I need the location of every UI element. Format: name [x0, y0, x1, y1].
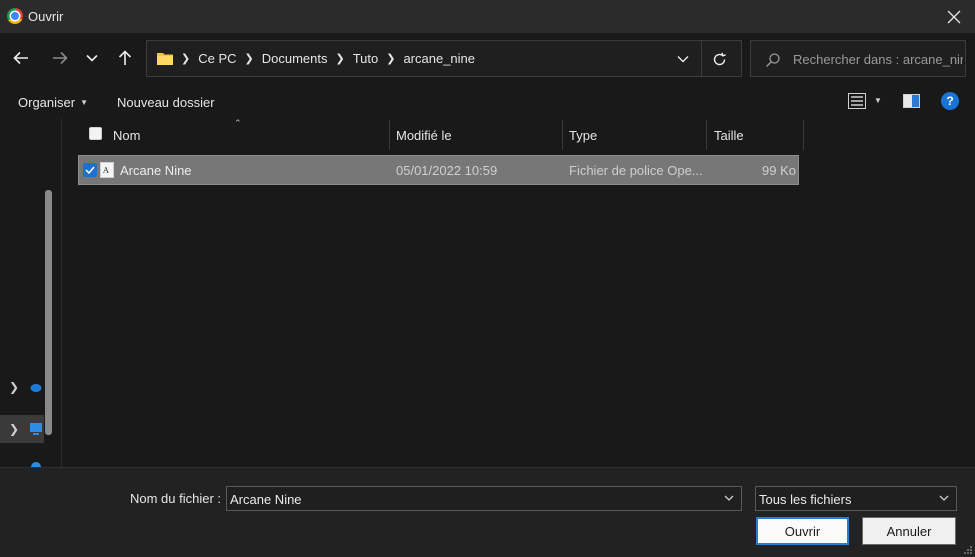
- refresh-button[interactable]: [709, 49, 729, 69]
- search-input[interactable]: [793, 50, 963, 68]
- chevron-down-icon: [86, 54, 98, 62]
- row-checkbox[interactable]: [83, 163, 97, 177]
- new-folder-label: Nouveau dossier: [117, 95, 215, 110]
- chevron-down-icon[interactable]: [723, 492, 735, 504]
- folder-icon: [157, 53, 173, 65]
- column-divider[interactable]: [803, 120, 804, 150]
- search-icon: [766, 53, 780, 67]
- organize-menu[interactable]: Organiser ▼: [18, 95, 88, 110]
- breadcrumb-separator[interactable]: ❯: [245, 52, 254, 65]
- breadcrumb: ❯ Ce PC ❯ Documents ❯ Tuto ❯ arcane_nine: [181, 51, 475, 66]
- organize-label: Organiser: [18, 95, 76, 110]
- forward-button[interactable]: [48, 46, 72, 70]
- expand-chevron-icon[interactable]: ❯: [9, 422, 19, 436]
- address-divider: [701, 41, 702, 76]
- nav-tree-item-selected[interactable]: ❯: [0, 415, 44, 443]
- select-all-checkbox[interactable]: [89, 127, 102, 140]
- up-arrow-icon: [118, 50, 132, 65]
- filename-value[interactable]: Arcane Nine: [230, 492, 302, 507]
- file-row[interactable]: Arcane Nine 05/01/2022 10:59 Fichier de …: [78, 155, 799, 185]
- address-history-dropdown[interactable]: [674, 50, 692, 68]
- resize-grip-icon[interactable]: [963, 545, 973, 555]
- breadcrumb-separator[interactable]: ❯: [386, 52, 395, 65]
- navigation-bar: ❯ Ce PC ❯ Documents ❯ Tuto ❯ arcane_nine: [0, 33, 975, 84]
- file-modified: 05/01/2022 10:59: [396, 163, 498, 178]
- back-arrow-icon: [13, 51, 28, 65]
- cancel-button[interactable]: Annuler: [862, 517, 956, 545]
- file-name: Arcane Nine: [120, 163, 192, 178]
- breadcrumb-item-arcane-nine[interactable]: arcane_nine: [403, 51, 475, 66]
- view-details-icon[interactable]: [848, 93, 866, 109]
- filter-value: Tous les fichiers: [759, 492, 852, 507]
- expand-chevron-icon[interactable]: ❯: [9, 380, 19, 394]
- help-icon[interactable]: ?: [941, 92, 959, 110]
- column-header-type[interactable]: Type: [569, 118, 597, 152]
- font-file-icon: [100, 162, 114, 178]
- new-folder-button[interactable]: Nouveau dossier: [117, 95, 215, 110]
- search-box[interactable]: [750, 40, 966, 77]
- this-pc-icon: [30, 423, 42, 435]
- address-bar[interactable]: ❯ Ce PC ❯ Documents ❯ Tuto ❯ arcane_nine: [146, 40, 742, 77]
- open-button[interactable]: Ouvrir: [756, 517, 849, 545]
- command-bar: Organiser ▼ Nouveau dossier ▼ ?: [0, 84, 975, 118]
- nav-tree-item[interactable]: ❯: [0, 373, 44, 401]
- refresh-icon: [713, 52, 726, 65]
- checkbox-checked-icon: [85, 166, 95, 174]
- back-button[interactable]: [9, 46, 33, 70]
- chevron-down-icon: [677, 56, 689, 63]
- column-header-modified[interactable]: Modifié le: [396, 118, 452, 152]
- sort-ascending-icon: ⌃: [234, 118, 242, 128]
- chrome-icon: [7, 8, 23, 24]
- preview-pane-icon[interactable]: [903, 94, 920, 108]
- filename-label: Nom du fichier :: [130, 491, 222, 506]
- file-type: Fichier de police Ope...: [569, 163, 703, 178]
- caret-down-icon: ▼: [80, 98, 88, 107]
- file-list[interactable]: ⌃ Nom Modifié le Type Taille Arcane Nine…: [62, 118, 975, 467]
- column-divider[interactable]: [706, 120, 707, 150]
- recent-locations-button[interactable]: [80, 46, 104, 70]
- column-divider[interactable]: [389, 120, 390, 150]
- bottom-panel: Nom du fichier : Arcane Nine Tous les fi…: [0, 467, 975, 557]
- breadcrumb-separator: ❯: [181, 53, 191, 65]
- onedrive-icon: [30, 384, 42, 392]
- filename-field[interactable]: Arcane Nine: [226, 486, 742, 511]
- navigation-pane-scrollbar[interactable]: [45, 190, 52, 435]
- file-size: 99 Ko: [762, 163, 796, 178]
- column-header-size[interactable]: Taille: [714, 118, 744, 152]
- up-button[interactable]: [113, 46, 137, 70]
- breadcrumb-item-documents[interactable]: Documents: [262, 51, 328, 66]
- forward-arrow-icon: [53, 51, 68, 65]
- chevron-down-icon[interactable]: [938, 492, 950, 504]
- window-title: Ouvrir: [28, 9, 64, 24]
- breadcrumb-item-tuto[interactable]: Tuto: [353, 51, 379, 66]
- column-divider[interactable]: [562, 120, 563, 150]
- close-button[interactable]: [941, 4, 967, 30]
- view-options-caret[interactable]: ▼: [874, 96, 882, 105]
- column-header-name[interactable]: Nom: [113, 118, 140, 152]
- close-icon: [947, 10, 961, 24]
- title-bar: Ouvrir: [0, 0, 975, 33]
- breadcrumb-separator[interactable]: ❯: [335, 52, 344, 65]
- breadcrumb-item-ce-pc[interactable]: Ce PC: [198, 51, 236, 66]
- file-type-filter[interactable]: Tous les fichiers: [755, 486, 957, 511]
